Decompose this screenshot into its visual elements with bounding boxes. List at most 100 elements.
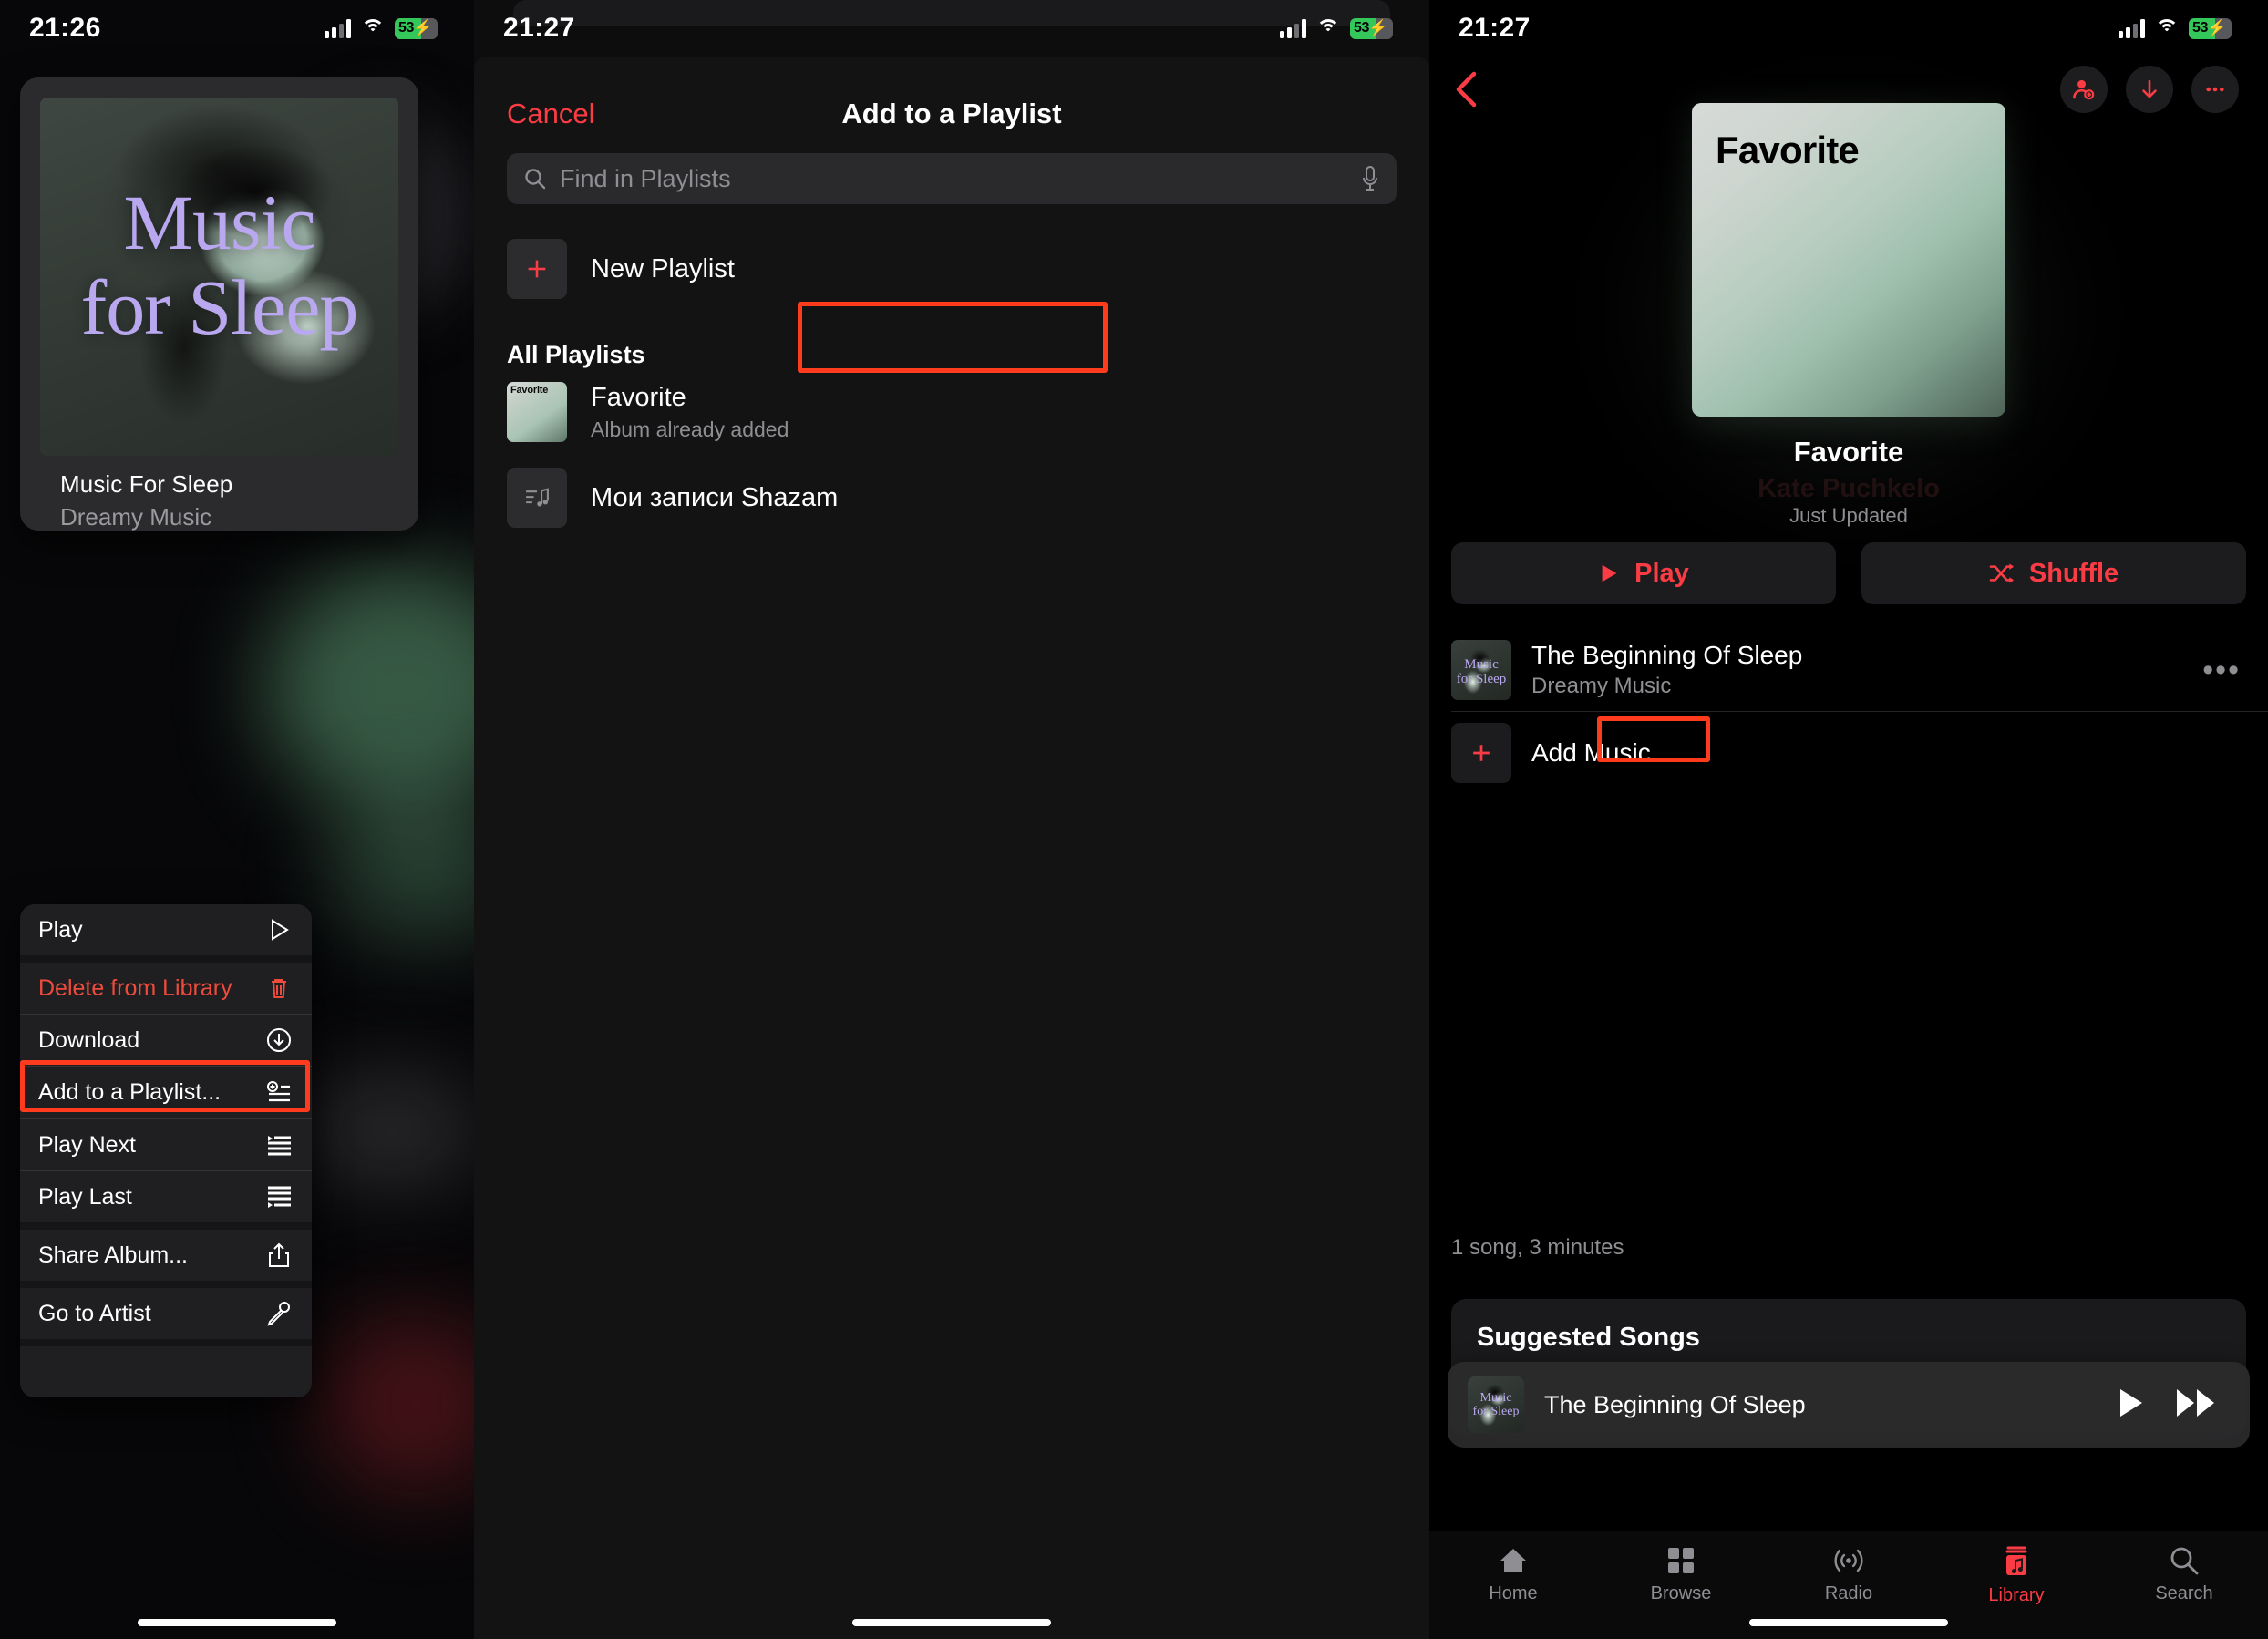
search-field[interactable]: Find in Playlists (507, 153, 1397, 204)
menu-item-go-to-artist[interactable]: Go to Artist (20, 1288, 312, 1339)
more-ellipsis-icon[interactable]: ••• (2202, 655, 2268, 685)
menu-label: Add to a Playlist... (38, 1079, 222, 1105)
radio-icon (1834, 1549, 1863, 1572)
status-bar: 21:27 53 ⚡ (474, 0, 1429, 57)
microphone-icon[interactable] (1360, 165, 1380, 192)
status-time: 21:26 (29, 13, 101, 43)
playlist-cover-artwork: Favorite (1692, 103, 2005, 417)
menu-label (38, 1359, 45, 1386)
album-name: Music For Sleep (60, 470, 233, 498)
grid-icon (1668, 1548, 1694, 1573)
shuffle-button-label: Shuffle (2028, 558, 2119, 588)
add-to-playlist-icon (264, 1078, 294, 1108)
album-meta: Music For Sleep Dreamy Music (40, 456, 398, 531)
menu-item-favorite-partial[interactable] (20, 1346, 312, 1397)
shuffle-button[interactable]: Shuffle (1861, 542, 2246, 604)
microphone-icon (264, 1299, 294, 1328)
status-icons: 53 ⚡ (2119, 17, 2232, 39)
add-person-icon[interactable] (2060, 66, 2108, 113)
charging-bolt-icon: ⚡ (413, 19, 433, 36)
home-indicator (138, 1619, 336, 1626)
menu-item-delete-from-library[interactable]: Delete from Library (20, 963, 312, 1014)
menu-item-add-to-playlist[interactable]: Add to a Playlist... (20, 1067, 312, 1118)
panel-album-context-menu: 21:26 53 ⚡ Music for Sleep Music For Sle… (0, 0, 474, 1639)
album-artist: Dreamy Music (60, 503, 212, 531)
fast-forward-icon[interactable] (2175, 1387, 2217, 1423)
menu-item-play-last[interactable]: Play Last (20, 1171, 312, 1222)
add-music-row[interactable]: Add Music (1451, 711, 2268, 794)
playlist-row-shazam[interactable]: Мои записи Shazam (474, 455, 1429, 541)
download-arrow-icon[interactable] (2126, 66, 2173, 113)
cellular-bars-icon (1280, 18, 1306, 38)
playlist-count-text: 1 song, 3 minutes (1451, 1235, 1624, 1260)
cover-caption: Favorite (1716, 129, 1860, 171)
menu-item-download[interactable]: Download (20, 1015, 312, 1066)
tab-library[interactable]: Library (1933, 1546, 2100, 1639)
mini-player-controls (2117, 1387, 2230, 1423)
home-icon (1500, 1549, 1526, 1572)
share-icon (264, 1241, 294, 1270)
menu-label: Go to Artist (38, 1300, 151, 1326)
track-artwork: Music for Sleep (1451, 640, 1511, 700)
menu-item-play[interactable]: Play (20, 904, 312, 955)
album-artwork: Music for Sleep (40, 98, 398, 456)
menu-label: Play (38, 916, 83, 943)
mini-player[interactable]: Music for Sleep The Beginning Of Sleep (1448, 1362, 2250, 1448)
tab-search[interactable]: Search (2100, 1546, 2268, 1639)
track-row[interactable]: Music for Sleep The Beginning Of Sleep D… (1451, 629, 2268, 711)
battery-icon: 53 ⚡ (2189, 17, 2232, 39)
play-last-icon (264, 1182, 294, 1211)
menu-item-play-next[interactable]: Play Next (20, 1119, 312, 1170)
charging-bolt-icon: ⚡ (1368, 19, 1388, 36)
tab-label: Radio (1824, 1583, 1873, 1603)
blur-blob (301, 1076, 474, 1185)
play-triangle-icon (264, 915, 294, 944)
playlist-text: Мои записи Shazam (591, 483, 838, 513)
download-circle-icon (264, 1026, 294, 1055)
section-header-all-playlists: All Playlists (507, 341, 645, 368)
cellular-bars-icon (325, 18, 351, 38)
panel-playlist-detail: 21:27 53 ⚡ Favorite Favorite Kate Puchke… (1429, 0, 2268, 1639)
new-playlist-row[interactable]: New Playlist (507, 239, 1397, 299)
tab-label: Browse (1650, 1583, 1712, 1603)
wifi-icon (1316, 19, 1340, 37)
album-preview-card: Music for Sleep Music For Sleep Dreamy M… (20, 77, 418, 531)
battery-percent: 53 (398, 20, 414, 36)
new-playlist-label: New Playlist (591, 253, 735, 283)
home-indicator (1749, 1619, 1948, 1626)
play-button[interactable]: Play (1451, 542, 1836, 604)
plus-icon (1451, 723, 1511, 783)
three-panel-screenshot: 21:26 53 ⚡ Music for Sleep Music For Sle… (0, 0, 2268, 1639)
cancel-button[interactable]: Cancel (507, 98, 595, 130)
search-icon (523, 167, 547, 191)
menu-label: Share Album... (38, 1242, 188, 1268)
chevron-left-icon[interactable] (1451, 69, 1482, 109)
artwork-title: Music for Sleep (80, 179, 359, 351)
status-icons: 53 ⚡ (1280, 17, 1393, 39)
wifi-icon (361, 19, 385, 37)
playlist-name: Мои записи Shazam (591, 482, 839, 512)
playlist-author: Kate Puchkelo (1758, 474, 1940, 503)
suggested-songs-header: Suggested Songs (1477, 1323, 1700, 1352)
tab-home[interactable]: Home (1429, 1546, 1597, 1639)
status-time: 21:27 (1459, 13, 1531, 43)
menu-label: Download (38, 1026, 140, 1053)
track-text: The Beginning Of Sleep Dreamy Music (1531, 641, 2182, 699)
playlist-artwork: Favorite (507, 382, 567, 442)
playlist-title: Favorite (1793, 436, 1904, 468)
playlist-row-favorite[interactable]: Favorite Favorite Album already added (474, 369, 1429, 455)
modal-sheet: Cancel Add to a Playlist Find in Playlis… (474, 57, 1429, 1639)
sheet-title: Add to a Playlist (841, 97, 1062, 129)
play-icon[interactable] (2117, 1387, 2144, 1423)
menu-label: Play Last (38, 1183, 132, 1210)
battery-icon: 53 ⚡ (1350, 17, 1393, 39)
library-icon (2005, 1546, 2027, 1575)
playlist-updated-status: Just Updated (1789, 504, 1908, 527)
tab-label: Library (1988, 1585, 2045, 1605)
plus-icon (507, 239, 567, 299)
playlist-name: Favorite (591, 382, 686, 412)
nav-actions (2060, 66, 2239, 113)
tab-browse[interactable]: Browse (1597, 1546, 1765, 1639)
more-ellipsis-icon[interactable] (2191, 66, 2239, 113)
menu-item-share-album[interactable]: Share Album... (20, 1230, 312, 1281)
